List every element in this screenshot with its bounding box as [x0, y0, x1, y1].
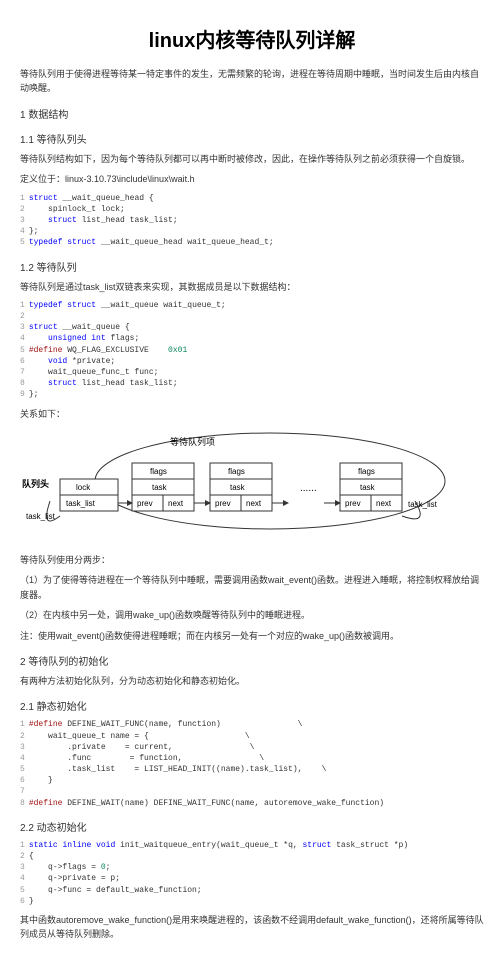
svg-text:flags: flags: [358, 467, 375, 476]
section-2: 2 等待队列的初始化: [20, 653, 484, 668]
section-2-1: 2.1 静态初始化: [20, 698, 484, 713]
diagram-top-label: 等待队列项: [170, 436, 215, 447]
svg-text:flags: flags: [150, 467, 167, 476]
s1-2-p1: 等待队列是通过task_list双链表来实现，其数据成员是以下数据结构：: [20, 280, 484, 294]
s1-1-p2: 定义位于：linux-3.10.73\include\linux\wait.h: [20, 172, 484, 186]
svg-text:task_list: task_list: [66, 499, 96, 508]
diagram-item-0: flags task prev next: [132, 463, 194, 511]
task-list-right: task_list: [408, 500, 438, 509]
diagram-left-label: 队列头: [22, 478, 49, 489]
section-1: 1 数据结构: [20, 106, 484, 121]
usage-steps: 等待队列使用分两步：: [20, 553, 484, 567]
section-1-2: 1.2 等待队列: [20, 259, 484, 274]
section-1-1: 1.1 等待队列头: [20, 131, 484, 146]
section-2-2: 2.2 动态初始化: [20, 819, 484, 834]
wait-queue-diagram: 等待队列项 队列头 lock task_list task_list flags…: [20, 431, 484, 543]
svg-text:prev: prev: [345, 499, 361, 508]
code-wait-queue: 1typedef struct __wait_queue wait_queue_…: [20, 300, 484, 401]
svg-text:prev: prev: [215, 499, 231, 508]
s2-p: 有两种方法初始化队列，分为动态初始化和静态初始化。: [20, 674, 484, 688]
svg-text:task: task: [230, 483, 246, 492]
svg-text:flags: flags: [228, 467, 245, 476]
diagram-item-2: flags task prev next: [340, 463, 402, 511]
page-title: linux内核等待队列详解: [20, 24, 484, 53]
svg-text:next: next: [246, 499, 262, 508]
svg-text:lock: lock: [76, 483, 91, 492]
s1-1-p1: 等待队列结构如下，因为每个等待队列都可以再中断时被修改，因此，在操作等待队列之前…: [20, 152, 484, 166]
code-dynamic-init: 1static inline void init_waitqueue_entry…: [20, 840, 484, 907]
s2-2-p: 其中函数autoremove_wake_function()是用来唤醒进程的，该…: [20, 913, 484, 942]
task-list-left: task_list: [26, 512, 56, 521]
diagram-head-box: lock task_list: [60, 479, 118, 511]
diagram-dots: ......: [300, 483, 317, 494]
usage-step-1: （1）为了使得等待进程在一个等待队列中睡眠，需要调用函数wait_event()…: [20, 573, 484, 602]
svg-text:next: next: [376, 499, 392, 508]
relation-label: 关系如下：: [20, 407, 484, 421]
intro-text: 等待队列用于使得进程等待某一特定事件的发生，无需频繁的轮询，进程在等待周期中睡眠…: [20, 67, 484, 96]
svg-text:next: next: [168, 499, 184, 508]
usage-step-2: （2）在内核中另一处，调用wake_up()函数唤醒等待队列中的睡眠进程。: [20, 608, 484, 622]
svg-text:task: task: [360, 483, 376, 492]
svg-text:prev: prev: [137, 499, 153, 508]
usage-note: 注：使用wait_event()函数使得进程睡眠；而在内核另一处有一个对应的wa…: [20, 629, 484, 643]
diagram-item-1: flags task prev next: [210, 463, 272, 511]
svg-text:task: task: [152, 483, 168, 492]
code-static-init: 1#define DEFINE_WAIT_FUNC(name, function…: [20, 719, 484, 809]
code-wait-queue-head: 1struct __wait_queue_head { 2 spinlock_t…: [20, 193, 484, 249]
